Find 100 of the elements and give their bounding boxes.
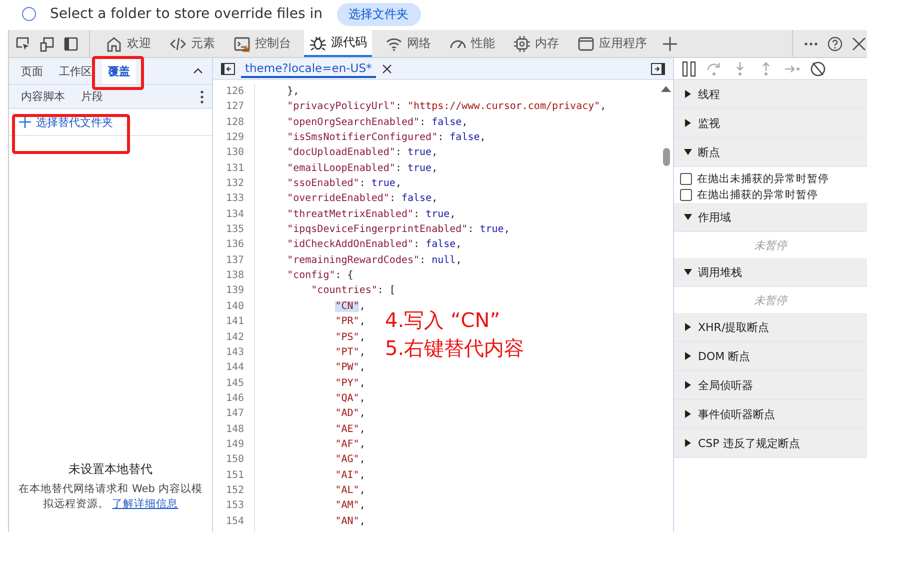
code-line: "AE", — [334, 422, 366, 437]
inspect-icon[interactable] — [15, 36, 31, 52]
learn-more-link[interactable]: 了解详细信息 — [112, 498, 178, 510]
deactivate-breakpoints-icon[interactable] — [810, 60, 826, 76]
line-number: 154 — [224, 514, 244, 529]
navigator-tab[interactable]: 内容脚本 — [15, 85, 71, 108]
line-number: 129 — [224, 131, 244, 146]
section-header[interactable]: 断点 — [674, 138, 867, 167]
section-header[interactable]: XHR/提取断点 — [674, 313, 867, 342]
section-header[interactable]: 监视 — [674, 109, 867, 138]
line-number: 149 — [224, 438, 244, 452]
triangle-icon — [684, 381, 692, 389]
line-number: 126 — [224, 85, 244, 99]
checkbox[interactable] — [680, 173, 692, 185]
checkbox-row[interactable]: 在抛出未捕获的异常时暂停 — [674, 171, 867, 187]
code-line: "PW", — [334, 361, 366, 376]
navigator-tab[interactable]: 页面 — [15, 58, 49, 84]
line-number: 143 — [224, 346, 244, 360]
line-number: 147 — [224, 407, 244, 422]
code-line: "PY", — [334, 376, 366, 391]
checkbox[interactable] — [680, 189, 692, 201]
section-header[interactable]: 线程 — [674, 80, 867, 109]
panel-tab[interactable]: 内存 — [508, 30, 564, 57]
panel-tab[interactable]: 应用程序 — [572, 30, 652, 57]
panel-tab[interactable]: 源代码 — [304, 30, 372, 57]
section-header[interactable]: 作用域 — [674, 203, 867, 232]
triangle-icon — [684, 323, 692, 331]
code-line: "remainingRewardCodes": null, — [286, 254, 462, 268]
more-icon[interactable] — [200, 90, 204, 104]
navigator-tab[interactable]: 片段 — [75, 85, 109, 108]
code-line: }, — [286, 85, 300, 99]
line-number: 131 — [224, 162, 244, 176]
line-number: 128 — [224, 116, 244, 130]
line-number: 153 — [224, 499, 244, 514]
panel-tab[interactable]: 网络 — [380, 30, 436, 57]
navigator-tab[interactable]: 覆盖 — [102, 58, 136, 84]
highlight-frame — [92, 56, 144, 90]
add-icon[interactable] — [662, 36, 678, 52]
empty-state-title: 未设置本地替代 — [68, 461, 154, 478]
line-number: 136 — [224, 238, 244, 252]
pause-icon[interactable] — [682, 60, 696, 76]
select-folder-button[interactable]: 选择文件夹 — [336, 2, 421, 26]
dock-icon[interactable] — [63, 36, 79, 52]
navigator-tab[interactable]: 工作区 — [53, 58, 98, 84]
panel-tab[interactable]: 性能 — [444, 30, 500, 57]
code-line: "QA", — [334, 392, 366, 406]
code-line: "privacyPolicyUrl": "https://www.cursor.com/privacy", — [286, 100, 606, 114]
section-header[interactable]: 调用堆栈 — [674, 258, 867, 287]
sidebar-toggle-icon[interactable] — [221, 62, 235, 74]
code-line: "AL", — [334, 484, 366, 498]
panel-tab[interactable]: 元素 — [164, 30, 220, 57]
empty-state-text: 在本地替代网络请求和 Web 内容以模拟远程资源。 了解详细信息 — [18, 482, 204, 512]
code-line: "AI", — [334, 468, 366, 483]
line-number: 148 — [224, 422, 244, 437]
checkbox-row[interactable]: 在抛出捕获的异常时暂停 — [674, 187, 867, 203]
code-line: "ssoEnabled": true, — [286, 177, 402, 192]
info-message: Select a folder to store override files in — [50, 6, 323, 22]
sidebar-toggle-icon[interactable] — [651, 62, 665, 74]
line-number: 135 — [224, 223, 244, 238]
code-line: "PS", — [334, 330, 366, 344]
triangle-icon — [684, 439, 692, 447]
line-number: 127 — [224, 100, 244, 114]
select-override-folder-button[interactable]: 选择替代文件夹 — [15, 112, 117, 132]
line-number: 146 — [224, 392, 244, 406]
device-icon[interactable] — [39, 36, 55, 52]
panel-tab[interactable]: 控制台 — [228, 30, 296, 57]
code-line: "threatMetrixEnabled": true, — [286, 208, 456, 222]
panel-tab[interactable]: 欢迎 — [100, 30, 156, 57]
code-line: "AF", — [334, 438, 366, 452]
code-line: "countries": [ — [310, 284, 396, 298]
code-line: "isSmsNotifierConfigured": false, — [286, 131, 486, 146]
triangle-icon — [684, 410, 692, 418]
scrollbar-thumb[interactable] — [662, 148, 670, 166]
code-line: "AG", — [334, 453, 366, 468]
section-header[interactable]: 事件侦听器断点 — [674, 400, 867, 429]
line-number: 145 — [224, 376, 244, 391]
code-line: "config": { — [286, 269, 354, 284]
close-icon[interactable] — [851, 36, 867, 52]
help-icon[interactable] — [827, 36, 843, 52]
line-number: 150 — [224, 453, 244, 468]
code-line: "ipqsDeviceFingerprintEnabled": true, — [286, 223, 510, 238]
annotation-text: 4.写入 “CN” — [385, 307, 502, 334]
triangle-icon — [684, 119, 692, 127]
triangle-icon — [684, 268, 692, 276]
code-line: "idCheckAddOnEnabled": false, — [286, 238, 462, 252]
info-icon — [22, 7, 36, 21]
code-line: "AM", — [334, 499, 366, 514]
close-icon[interactable] — [382, 64, 392, 74]
code-line: "AD", — [334, 407, 366, 422]
code-line: "CN", — [334, 300, 366, 314]
plus-icon — [19, 116, 31, 128]
triangle-icon — [684, 352, 692, 360]
section-header[interactable]: DOM 断点 — [674, 342, 867, 371]
line-number: 130 — [224, 146, 244, 160]
code-line: "docUploadEnabled": true, — [286, 146, 438, 160]
section-header[interactable]: CSP 违反了规定断点 — [674, 429, 867, 458]
line-number: 144 — [224, 361, 244, 376]
section-header[interactable]: 全局侦听器 — [674, 371, 867, 400]
code-line: "openOrgSearchEnabled": false, — [286, 116, 468, 130]
scroll-up-icon[interactable] — [661, 86, 671, 92]
